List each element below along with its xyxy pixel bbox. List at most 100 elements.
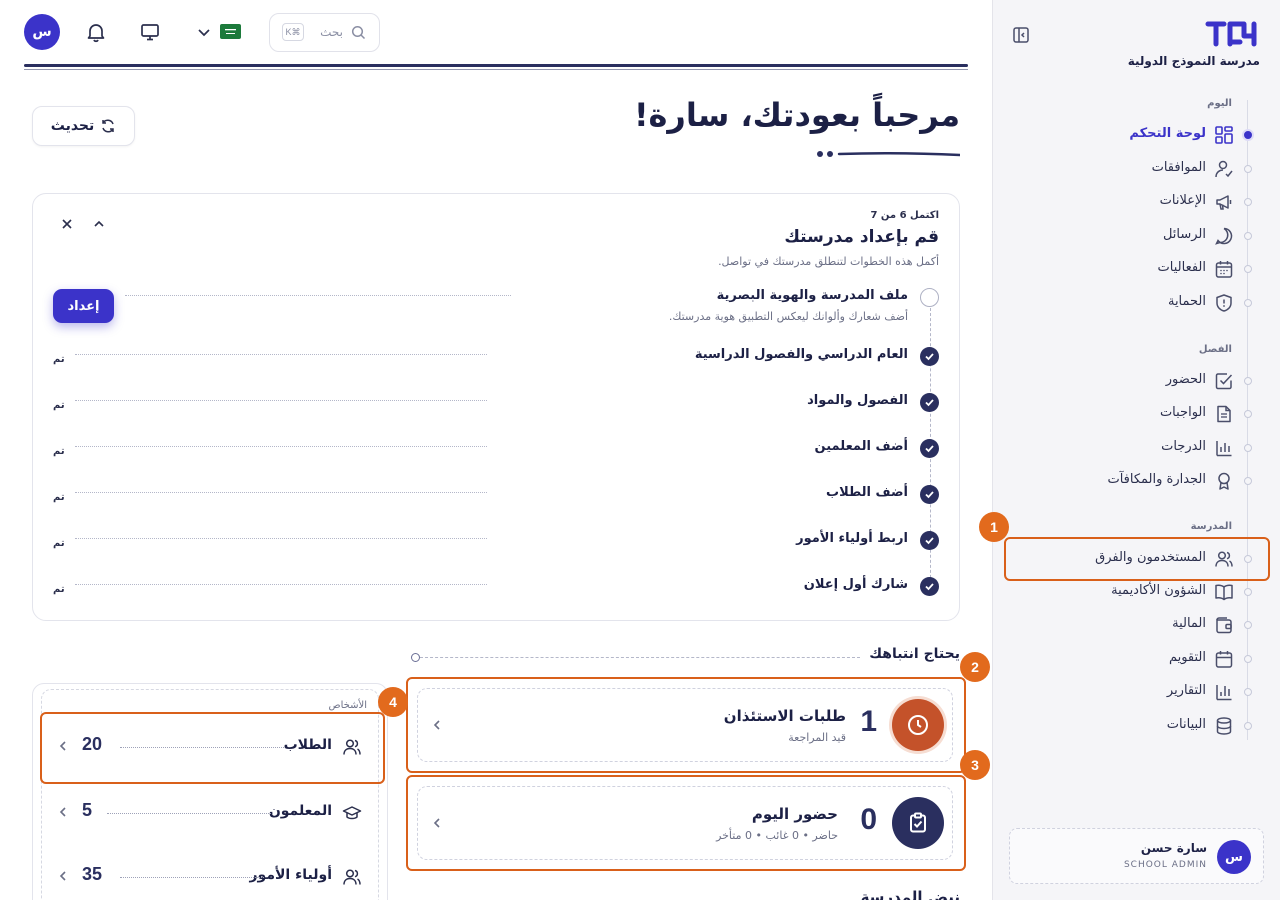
logo-icon: [1205, 21, 1257, 47]
sidebar-item-label: الدرجات: [1161, 439, 1206, 454]
sidebar-item-reports[interactable]: التقارير: [992, 677, 1280, 707]
people-label: الأشخاص: [328, 700, 367, 711]
report-chart-icon: [1216, 685, 1232, 701]
step-dotted-line: [125, 295, 511, 296]
sidebar-item-label: الحماية: [1167, 294, 1206, 309]
sidebar-item-merits[interactable]: الجدارة والمكافآت: [992, 466, 1280, 496]
sidebar-item-safeguarding[interactable]: الحماية: [992, 288, 1280, 318]
search-placeholder: بحث: [320, 25, 343, 39]
bar-chart-icon: [1216, 441, 1232, 457]
sidebar-item-label: لوحة التحكم: [1129, 126, 1206, 141]
attention-title: يحتاج انتباهك: [869, 646, 960, 662]
graduation-cap-icon: [342, 806, 362, 820]
annotation-badge-3: 3: [960, 750, 990, 780]
shield-icon: [1216, 294, 1232, 312]
chevron-down-icon[interactable]: [196, 22, 212, 42]
refresh-icon: [102, 119, 115, 133]
nav-dot: [1244, 410, 1252, 418]
annotation-badge-4: 4: [378, 687, 408, 717]
step-dotted-line: [75, 446, 487, 447]
sidebar-item-homework[interactable]: الواجبات: [992, 399, 1280, 429]
sidebar-item-dashboard[interactable]: لوحة التحكم: [992, 120, 1280, 150]
nav-dot: [1244, 444, 1252, 452]
nav-dot: [1244, 621, 1252, 629]
step-title: شارك أول إعلان: [803, 577, 908, 592]
setup-title: قم بإعداد مدرستك: [784, 227, 939, 247]
nav-dot: [1244, 477, 1252, 485]
sidebar: مدرسة النموذج الدولية اليوم الفصل المدرس…: [992, 0, 1280, 900]
sidebar-item-label: التقويم: [1168, 650, 1206, 665]
sidebar-item-grades[interactable]: الدرجات: [992, 433, 1280, 463]
search-input[interactable]: بحث K⌘: [269, 13, 380, 52]
people-row-dots: [120, 877, 264, 878]
sidebar-item-data[interactable]: البيانات: [992, 711, 1280, 741]
megaphone-icon: [1216, 195, 1232, 210]
refresh-button[interactable]: تحديث: [32, 106, 135, 146]
page-title: مرحباً بعودتك، سارة!: [633, 96, 960, 134]
sidebar-item-approvals[interactable]: الموافقات: [992, 154, 1280, 184]
sidebar-item-attendance[interactable]: الحضور: [992, 366, 1280, 396]
step-title: أضف الطلاب: [826, 485, 908, 500]
calendar-grid-icon: [1215, 261, 1233, 278]
section-label-class: الفصل: [1198, 344, 1232, 355]
user-role: SCHOOL ADMIN: [1123, 860, 1207, 870]
setup-button[interactable]: إعداد: [53, 289, 114, 323]
sidebar-item-announcements[interactable]: الإعلانات: [992, 187, 1280, 217]
school-pulse-title: نبض المدرسة: [860, 888, 960, 900]
saudi-flag-icon[interactable]: [220, 24, 241, 39]
step-title: العام الدراسي والفصول الدراسية: [694, 347, 908, 362]
highlight-box-users-teams: [1004, 537, 1270, 581]
highlight-box-students: [40, 712, 385, 784]
people-row-teachers[interactable]: المعلمون 5: [44, 784, 374, 840]
nav-dot: [1244, 588, 1252, 596]
step-description: أضف شعارك وألوانك ليعكس التطبيق هوية مدر…: [668, 310, 908, 323]
section-label-today: اليوم: [1207, 98, 1232, 109]
sidebar-item-messages[interactable]: الرسائل: [992, 221, 1280, 251]
sidebar-item-label: الشؤون الأكاديمية: [1111, 583, 1206, 598]
people-row-dots: [107, 813, 273, 814]
people-row-parents[interactable]: أولياء الأمور 35: [44, 848, 374, 900]
nav-dot: [1244, 655, 1252, 663]
sidebar-item-finance[interactable]: المالية: [992, 610, 1280, 640]
sidebar-item-label: الموافقات: [1151, 160, 1206, 175]
sidebar-item-events[interactable]: الفعاليات: [992, 254, 1280, 284]
step-dotted-line: [75, 354, 487, 355]
nav-dot: [1244, 131, 1252, 139]
highlight-box-attendance: [406, 775, 966, 871]
sidebar-item-calendar[interactable]: التقويم: [992, 644, 1280, 674]
sidebar-item-label: المالية: [1172, 616, 1206, 631]
attention-divider: [420, 657, 860, 658]
setup-progress: اكتمل 6 من 7: [870, 210, 939, 221]
database-icon: [1216, 717, 1232, 735]
people-row-label: أولياء الأمور: [249, 867, 333, 883]
header-divider: [24, 64, 968, 67]
step-title: اربط أولياء الأمور: [796, 531, 908, 546]
chevron-left-icon: [59, 871, 66, 881]
school-name: مدرسة النموذج الدولية: [1127, 54, 1260, 68]
header-divider-thin: [24, 69, 968, 70]
bell-icon[interactable]: [85, 21, 107, 43]
attention-divider-dot: [411, 653, 420, 662]
setup-subtitle: أكمل هذه الخطوات لتنطلق مدرستك في تواصل.: [718, 255, 939, 268]
close-icon[interactable]: [59, 216, 75, 232]
avatar[interactable]: س: [24, 14, 60, 50]
nav-dot: [1244, 232, 1252, 240]
nav-dot: [1244, 722, 1252, 730]
sidebar-item-academics[interactable]: الشؤون الأكاديمية: [992, 577, 1280, 607]
nav-dot: [1244, 265, 1252, 273]
step-dotted-line: [75, 400, 487, 401]
step-status-done: تم: [53, 446, 65, 457]
step-status-done: تم: [53, 354, 65, 365]
sidebar-item-label: الواجبات: [1159, 405, 1206, 420]
checkbox-icon: [1215, 373, 1233, 390]
shortcut-hint: K⌘: [282, 23, 304, 41]
nav-dot: [1244, 299, 1252, 307]
sidebar-item-label: الفعاليات: [1157, 260, 1206, 275]
user-profile-card[interactable]: س سارة حسن SCHOOL ADMIN: [1009, 828, 1264, 884]
collapse-sidebar-icon[interactable]: [1012, 26, 1030, 44]
nav-dot: [1244, 198, 1252, 206]
step-check-icon: [920, 393, 939, 412]
section-label-school: المدرسة: [1190, 521, 1232, 532]
chevron-up-icon[interactable]: [91, 216, 107, 232]
monitor-icon[interactable]: [139, 21, 161, 43]
